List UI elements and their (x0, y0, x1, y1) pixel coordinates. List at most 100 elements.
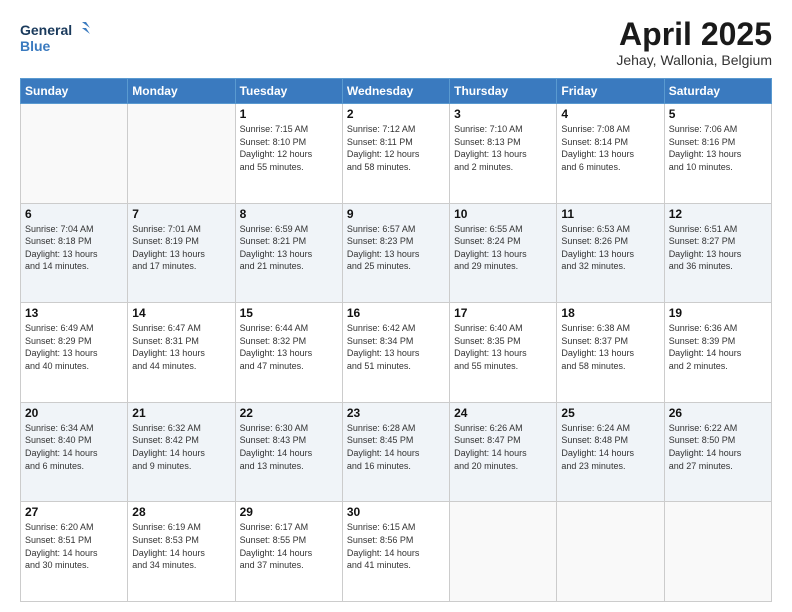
table-row: 9 Sunrise: 6:57 AMSunset: 8:23 PMDaylight… (342, 203, 449, 303)
table-row: 22Sunrise: 6:30 AMSunset: 8:43 PMDayligh… (235, 402, 342, 502)
day-info: Sunrise: 7:04 AMSunset: 8:18 PMDaylight:… (25, 223, 123, 273)
day-number: 2 (347, 107, 445, 121)
day-number: 8 (240, 207, 338, 221)
table-row: 23 Sunrise: 6:28 AMSunset: 8:45 PMDayligh… (342, 402, 449, 502)
day-number: 23 (347, 406, 445, 420)
day-info: Sunrise: 7:10 AMSunset: 8:13 PMDaylight:… (454, 123, 552, 173)
day-info: Sunrise: 6:26 AMSunset: 8:47 PMDaylight:… (454, 422, 552, 472)
day-number: 19 (669, 306, 767, 320)
table-row: 4 Sunrise: 7:08 AMSunset: 8:14 PMDaylight… (557, 104, 664, 204)
table-row: 7 Sunrise: 7:01 AMSunset: 8:19 PMDaylight… (128, 203, 235, 303)
table-row: 27 Sunrise: 6:20 AMSunset: 8:51 PMDayligh… (21, 502, 128, 602)
table-row: 30 Sunrise: 6:15 AMSunset: 8:56 PMDayligh… (342, 502, 449, 602)
calendar-week-1: 6 Sunrise: 7:04 AMSunset: 8:18 PMDaylight… (21, 203, 772, 303)
table-row: 29Sunrise: 6:17 AMSunset: 8:55 PMDayligh… (235, 502, 342, 602)
table-row: 25 Sunrise: 6:24 AMSunset: 8:48 PMDayligh… (557, 402, 664, 502)
day-number: 11 (561, 207, 659, 221)
table-row (664, 502, 771, 602)
col-thursday: Thursday (450, 79, 557, 104)
day-number: 22 (240, 406, 338, 420)
day-info: Sunrise: 6:44 AMSunset: 8:32 PMDaylight:… (240, 322, 338, 372)
table-row (450, 502, 557, 602)
day-info: Sunrise: 6:55 AMSunset: 8:24 PMDaylight:… (454, 223, 552, 273)
table-row: 5 Sunrise: 7:06 AMSunset: 8:16 PMDaylight… (664, 104, 771, 204)
table-row (128, 104, 235, 204)
table-row (21, 104, 128, 204)
day-number: 17 (454, 306, 552, 320)
title-block: April 2025 Jehay, Wallonia, Belgium (616, 18, 772, 68)
day-info: Sunrise: 6:38 AMSunset: 8:37 PMDaylight:… (561, 322, 659, 372)
day-number: 30 (347, 505, 445, 519)
logo: General Blue (20, 18, 90, 60)
day-number: 20 (25, 406, 123, 420)
day-number: 3 (454, 107, 552, 121)
col-tuesday: Tuesday (235, 79, 342, 104)
day-number: 21 (132, 406, 230, 420)
day-number: 29 (240, 505, 338, 519)
col-sunday: Sunday (21, 79, 128, 104)
table-row: 2Sunrise: 7:12 AMSunset: 8:11 PMDaylight… (342, 104, 449, 204)
day-info: Sunrise: 6:53 AMSunset: 8:26 PMDaylight:… (561, 223, 659, 273)
table-row: 18 Sunrise: 6:38 AMSunset: 8:37 PMDayligh… (557, 303, 664, 403)
table-row: 17 Sunrise: 6:40 AMSunset: 8:35 PMDayligh… (450, 303, 557, 403)
day-info: Sunrise: 6:24 AMSunset: 8:48 PMDaylight:… (561, 422, 659, 472)
day-number: 10 (454, 207, 552, 221)
calendar-week-3: 20 Sunrise: 6:34 AMSunset: 8:40 PMDayligh… (21, 402, 772, 502)
day-number: 26 (669, 406, 767, 420)
day-number: 6 (25, 207, 123, 221)
col-saturday: Saturday (664, 79, 771, 104)
table-row: 6 Sunrise: 7:04 AMSunset: 8:18 PMDaylight… (21, 203, 128, 303)
table-row: 12 Sunrise: 6:51 AMSunset: 8:27 PMDayligh… (664, 203, 771, 303)
day-info: Sunrise: 6:34 AMSunset: 8:40 PMDaylight:… (25, 422, 123, 472)
calendar-week-4: 27 Sunrise: 6:20 AMSunset: 8:51 PMDayligh… (21, 502, 772, 602)
day-number: 25 (561, 406, 659, 420)
calendar-week-0: 1 Sunrise: 7:15 AMSunset: 8:10 PMDaylight… (21, 104, 772, 204)
day-number: 15 (240, 306, 338, 320)
day-info: Sunrise: 7:01 AMSunset: 8:19 PMDaylight:… (132, 223, 230, 273)
table-row: 11 Sunrise: 6:53 AMSunset: 8:26 PMDayligh… (557, 203, 664, 303)
day-number: 7 (132, 207, 230, 221)
day-info: Sunrise: 6:32 AMSunset: 8:42 PMDaylight:… (132, 422, 230, 472)
day-info: Sunrise: 6:20 AMSunset: 8:51 PMDaylight:… (25, 521, 123, 571)
day-number: 1 (240, 107, 338, 121)
day-info: Sunrise: 6:28 AMSunset: 8:45 PMDaylight:… (347, 422, 445, 472)
day-number: 12 (669, 207, 767, 221)
day-info: Sunrise: 7:15 AMSunset: 8:10 PMDaylight:… (240, 123, 338, 173)
day-number: 4 (561, 107, 659, 121)
page: General Blue April 2025 Jehay, Wallonia,… (0, 0, 792, 612)
table-row: 26 Sunrise: 6:22 AMSunset: 8:50 PMDayligh… (664, 402, 771, 502)
table-row: 10 Sunrise: 6:55 AMSunset: 8:24 PMDayligh… (450, 203, 557, 303)
table-row: 28Sunrise: 6:19 AMSunset: 8:53 PMDayligh… (128, 502, 235, 602)
table-row: 14Sunrise: 6:47 AMSunset: 8:31 PMDayligh… (128, 303, 235, 403)
day-info: Sunrise: 6:15 AMSunset: 8:56 PMDaylight:… (347, 521, 445, 571)
table-row: 15 Sunrise: 6:44 AMSunset: 8:32 PMDayligh… (235, 303, 342, 403)
day-number: 18 (561, 306, 659, 320)
day-info: Sunrise: 6:40 AMSunset: 8:35 PMDaylight:… (454, 322, 552, 372)
col-friday: Friday (557, 79, 664, 104)
calendar-table: Sunday Monday Tuesday Wednesday Thursday… (20, 78, 772, 602)
svg-text:General: General (20, 22, 72, 38)
day-number: 9 (347, 207, 445, 221)
day-info: Sunrise: 6:59 AMSunset: 8:21 PMDaylight:… (240, 223, 338, 273)
header-row: Sunday Monday Tuesday Wednesday Thursday… (21, 79, 772, 104)
day-info: Sunrise: 6:51 AMSunset: 8:27 PMDaylight:… (669, 223, 767, 273)
table-row (557, 502, 664, 602)
day-number: 5 (669, 107, 767, 121)
day-number: 16 (347, 306, 445, 320)
table-row: 13Sunrise: 6:49 AMSunset: 8:29 PMDayligh… (21, 303, 128, 403)
table-row: 1 Sunrise: 7:15 AMSunset: 8:10 PMDaylight… (235, 104, 342, 204)
day-info: Sunrise: 7:08 AMSunset: 8:14 PMDaylight:… (561, 123, 659, 173)
logo-svg: General Blue (20, 18, 90, 60)
header: General Blue April 2025 Jehay, Wallonia,… (20, 18, 772, 68)
day-info: Sunrise: 6:36 AMSunset: 8:39 PMDaylight:… (669, 322, 767, 372)
day-info: Sunrise: 6:57 AMSunset: 8:23 PMDaylight:… (347, 223, 445, 273)
table-row: 20 Sunrise: 6:34 AMSunset: 8:40 PMDayligh… (21, 402, 128, 502)
day-number: 27 (25, 505, 123, 519)
day-info: Sunrise: 6:22 AMSunset: 8:50 PMDaylight:… (669, 422, 767, 472)
table-row: 19 Sunrise: 6:36 AMSunset: 8:39 PMDayligh… (664, 303, 771, 403)
day-info: Sunrise: 7:06 AMSunset: 8:16 PMDaylight:… (669, 123, 767, 173)
day-number: 24 (454, 406, 552, 420)
day-info: Sunrise: 6:49 AMSunset: 8:29 PMDaylight:… (25, 322, 123, 372)
month-title: April 2025 (616, 18, 772, 50)
table-row: 21 Sunrise: 6:32 AMSunset: 8:42 PMDayligh… (128, 402, 235, 502)
